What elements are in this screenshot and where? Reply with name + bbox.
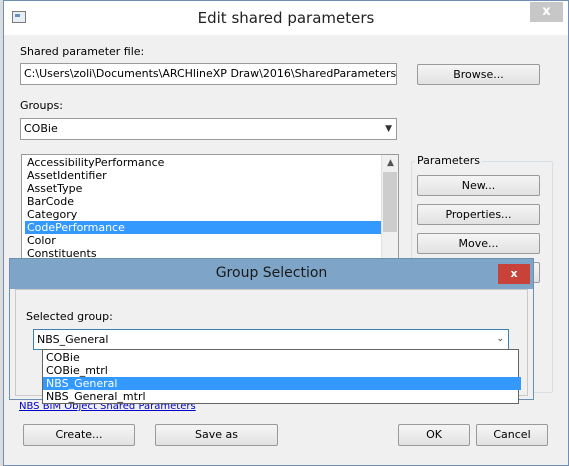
list-item[interactable]: AssetType [25,182,383,195]
move-button[interactable]: Move... [417,233,540,254]
selected-group-value: NBS_General [37,333,109,346]
list-item-selected[interactable]: CodePerformance [25,221,383,234]
title-bar: Edit shared parameters x [4,1,568,35]
list-item[interactable]: BarCode [25,195,383,208]
window-close-button[interactable]: x [530,2,563,22]
dialog-close-button[interactable]: x [498,264,530,284]
dropdown-option[interactable]: COBie_mtrl [43,364,521,377]
dialog-title: Group Selection [215,265,328,281]
window-title: Edit shared parameters [197,9,375,27]
scroll-thumb[interactable] [383,172,397,232]
chevron-down-icon: ▼ [385,124,392,134]
dropdown-option-selected[interactable]: NBS_General [43,377,521,390]
list-item[interactable]: Category [25,208,383,221]
groups-combo[interactable]: COBie ▼ [20,118,397,140]
save-as-button[interactable]: Save as [155,424,278,446]
cancel-button[interactable]: Cancel [476,424,548,446]
parameters-legend: Parameters [415,154,482,167]
properties-button[interactable]: Properties... [417,204,540,225]
dialog-title-bar: Group Selection x [10,259,533,289]
shared-parameter-file-field[interactable]: C:\Users\zoli\Documents\ARCHlineXP Draw\… [20,63,397,85]
selected-group-combo[interactable]: NBS_General ⌄ [33,329,509,350]
create-button[interactable]: Create... [23,424,135,446]
list-scrollbar[interactable]: ▲ [381,155,398,263]
list-item[interactable]: AccessibilityPerformance [25,156,383,169]
ok-button[interactable]: OK [398,424,470,446]
scroll-up-arrow-icon[interactable]: ▲ [382,155,398,172]
list-item[interactable]: AssetIdentifier [25,169,383,182]
groups-label: Groups: [20,99,63,112]
list-item[interactable]: Color [25,234,383,247]
shared-parameter-file-label: Shared parameter file: [20,45,145,58]
selected-group-label: Selected group: [26,310,113,323]
browse-button[interactable]: Browse... [417,64,540,85]
chevron-down-icon: ⌄ [496,334,504,344]
dropdown-option[interactable]: NBS_General_mtrl [43,390,521,403]
new-parameter-button[interactable]: New... [417,175,540,196]
group-parameters-list[interactable]: AccessibilityPerformance AssetIdentifier… [21,154,399,264]
group-dropdown-list[interactable]: COBie COBie_mtrl NBS_General NBS_General… [42,349,521,404]
groups-combo-value: COBie [24,122,58,135]
dropdown-option[interactable]: COBie [43,351,521,364]
